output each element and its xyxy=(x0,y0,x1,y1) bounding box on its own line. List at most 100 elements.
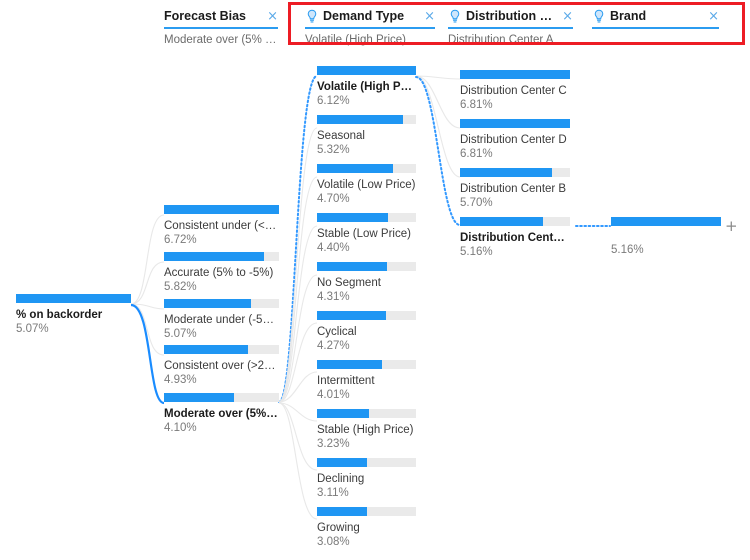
node-bar-fill xyxy=(317,507,367,516)
node-value: 4.10% xyxy=(164,422,197,434)
node-value: 5.16% xyxy=(460,246,493,258)
tree-node-demand-type-3[interactable]: Stable (Low Price) 4.40% xyxy=(317,213,416,255)
tree-node-demand-type-7[interactable]: Stable (High Price) 3.23% xyxy=(317,409,416,451)
level-underline xyxy=(164,27,278,29)
close-icon[interactable]: × xyxy=(261,10,278,23)
node-bar xyxy=(460,70,570,79)
highlight-box xyxy=(288,2,745,45)
tree-node-demand-type-9[interactable]: Growing 3.08% xyxy=(317,507,416,549)
node-bar-fill xyxy=(164,205,279,214)
node-bar-fill xyxy=(317,115,404,124)
node-label: % on backorder xyxy=(16,309,103,321)
node-bar xyxy=(317,213,416,222)
node-bar-fill xyxy=(460,119,570,128)
node-bar-fill xyxy=(460,217,544,226)
tree-node-demand-type-0[interactable]: Volatile (High Price) 6.12% xyxy=(317,66,416,108)
node-bar xyxy=(317,311,416,320)
node-bar-fill xyxy=(460,70,570,79)
tree-node-demand-type-1[interactable]: Seasonal 5.32% xyxy=(317,115,416,157)
node-bar xyxy=(16,294,131,303)
node-bar xyxy=(317,164,416,173)
node-bar xyxy=(317,409,416,418)
node-value: 6.81% xyxy=(460,148,493,160)
node-value: 5.82% xyxy=(164,281,197,293)
node-bar xyxy=(611,217,721,226)
level-title: Forecast Bias xyxy=(164,9,246,23)
level-header-forecast-bias[interactable]: Forecast Bias × Moderate over (5% to … xyxy=(164,8,278,47)
node-bar-fill xyxy=(317,262,387,271)
decomposition-tree-canvas: Forecast Bias × Moderate over (5% to … D… xyxy=(0,0,750,560)
tree-node-root[interactable]: % on backorder 5.07% xyxy=(16,294,131,336)
tree-node-distribution-center-3[interactable]: Distribution Center A 5.16% xyxy=(460,217,570,259)
node-bar-fill xyxy=(317,458,368,467)
node-bar xyxy=(164,345,279,354)
node-value: 3.23% xyxy=(317,438,350,450)
node-value: 4.70% xyxy=(317,193,350,205)
node-label: Cyclical xyxy=(317,326,357,338)
node-bar-fill xyxy=(611,217,721,226)
tree-node-distribution-center-0[interactable]: Distribution Center C 6.81% xyxy=(460,70,570,112)
node-value: 6.72% xyxy=(164,234,197,246)
node-bar-fill xyxy=(317,409,370,418)
node-value: 6.12% xyxy=(317,95,350,107)
node-value: 4.93% xyxy=(164,374,197,386)
node-value: 5.32% xyxy=(317,144,350,156)
tree-node-distribution-center-1[interactable]: Distribution Center D 6.81% xyxy=(460,119,570,161)
tree-node-brand-0[interactable] xyxy=(611,217,721,226)
tree-node-demand-type-8[interactable]: Declining 3.11% xyxy=(317,458,416,500)
node-bar xyxy=(317,115,416,124)
tree-node-forecast-bias-4[interactable]: Moderate over (5% t… 4.10% xyxy=(164,393,279,435)
node-bar-fill xyxy=(164,299,251,308)
node-bar xyxy=(460,168,570,177)
tree-node-demand-type-2[interactable]: Volatile (Low Price) 4.70% xyxy=(317,164,416,206)
expand-brand-button[interactable]: + xyxy=(725,219,738,234)
node-bar xyxy=(317,360,416,369)
node-bar xyxy=(317,262,416,271)
node-label: Moderate under (-5% … xyxy=(164,314,279,326)
node-bar-fill xyxy=(317,66,416,75)
node-label: Consistent over (>20%) xyxy=(164,360,279,372)
node-label: Distribution Center A xyxy=(460,232,570,244)
node-bar-fill xyxy=(317,360,382,369)
node-value: 4.40% xyxy=(317,242,350,254)
node-bar xyxy=(317,458,416,467)
node-value: 5.70% xyxy=(460,197,493,209)
node-bar xyxy=(164,252,279,261)
node-label: Consistent under (<-2… xyxy=(164,220,279,232)
node-bar-fill xyxy=(16,294,131,303)
tree-node-demand-type-5[interactable]: Cyclical 4.27% xyxy=(317,311,416,353)
node-label: Volatile (Low Price) xyxy=(317,179,416,191)
tree-node-forecast-bias-3[interactable]: Consistent over (>20%) 4.93% xyxy=(164,345,279,387)
tree-node-forecast-bias-0[interactable]: Consistent under (<-2… 6.72% xyxy=(164,205,279,247)
node-value: 4.27% xyxy=(317,340,350,352)
node-bar xyxy=(317,507,416,516)
node-label: Declining xyxy=(317,473,365,485)
node-bar-fill xyxy=(460,168,553,177)
node-value: 5.07% xyxy=(16,323,49,335)
node-label: Seasonal xyxy=(317,130,365,142)
node-label: Intermittent xyxy=(317,375,375,387)
node-label: Stable (Low Price) xyxy=(317,228,411,240)
node-value: 5.07% xyxy=(164,328,197,340)
tree-node-distribution-center-2[interactable]: Distribution Center B 5.70% xyxy=(460,168,570,210)
tree-node-demand-type-4[interactable]: No Segment 4.31% xyxy=(317,262,416,304)
node-bar xyxy=(164,205,279,214)
node-label: Volatile (High Price) xyxy=(317,81,416,93)
tree-node-forecast-bias-1[interactable]: Accurate (5% to -5%) 5.82% xyxy=(164,252,279,294)
node-bar xyxy=(317,66,416,75)
tree-node-brand-0-value: 5.16% xyxy=(611,244,644,256)
node-value: 3.08% xyxy=(317,536,350,548)
node-label: Moderate over (5% t… xyxy=(164,408,279,420)
node-label: Distribution Center D xyxy=(460,134,567,146)
tree-node-forecast-bias-2[interactable]: Moderate under (-5% … 5.07% xyxy=(164,299,279,341)
node-label: Distribution Center B xyxy=(460,183,567,195)
node-label: Stable (High Price) xyxy=(317,424,414,436)
node-bar xyxy=(460,119,570,128)
node-bar-fill xyxy=(317,213,389,222)
node-label: Accurate (5% to -5%) xyxy=(164,267,274,279)
node-label: No Segment xyxy=(317,277,381,289)
node-bar-fill xyxy=(164,252,264,261)
node-bar-fill xyxy=(317,311,387,320)
node-bar xyxy=(164,299,279,308)
tree-node-demand-type-6[interactable]: Intermittent 4.01% xyxy=(317,360,416,402)
